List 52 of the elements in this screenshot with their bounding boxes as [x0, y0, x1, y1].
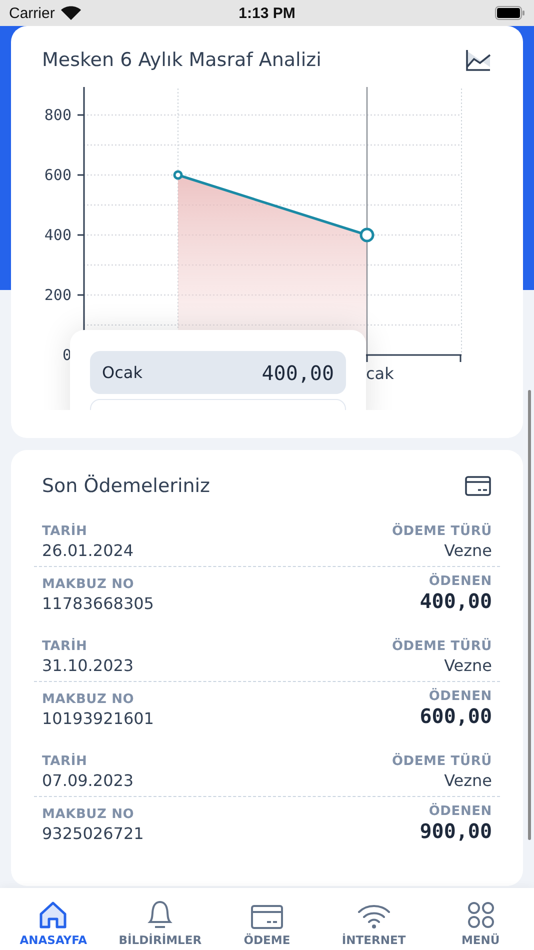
tab-item[interactable]: İNTERNET: [324, 888, 424, 950]
data-point: [173, 170, 183, 180]
card-icon[interactable]: [465, 476, 491, 496]
payment-amount: 400,00: [420, 589, 492, 613]
card-title: Son Ödemeleriniz: [42, 475, 210, 497]
tab-item[interactable]: ÖDEME: [216, 888, 317, 950]
apps-icon: [466, 901, 495, 929]
y-tick-label: 600: [44, 166, 72, 184]
card-title: Mesken 6 Aylık Masraf Analizi: [42, 49, 322, 71]
tooltip-label: Ocak: [102, 363, 142, 382]
field-label: MAKBUZ NO: [42, 807, 136, 822]
payment-amount: 600,00: [420, 704, 492, 728]
y-tick-label: 400: [44, 226, 72, 244]
clock: 1:13 PM: [238, 4, 296, 22]
tooltip-value: 400,00: [262, 360, 334, 384]
payment-date: 31.10.2023: [42, 656, 134, 675]
data-point: [360, 228, 374, 242]
tab-item[interactable]: ANASAYFA: [3, 888, 104, 950]
field-label: MAKBUZ NO: [42, 577, 136, 592]
scroll-bar[interactable]: [528, 390, 531, 840]
wifi-icon: [356, 903, 391, 929]
field-label: MAKBUZ NO: [42, 692, 136, 707]
bell-icon: [146, 899, 174, 929]
payment-type: Vezne: [444, 771, 492, 790]
field-label: TARİH: [42, 524, 88, 539]
field-label: ÖDEME TÜRÜ: [392, 754, 492, 769]
field-label: ÖDEME TÜRÜ: [392, 639, 492, 654]
field-label: ÖDENEN: [428, 804, 492, 819]
field-label: ÖDEME TÜRÜ: [392, 524, 492, 539]
receipt-number: 9325026721: [42, 824, 144, 843]
field-label: ÖDENEN: [428, 574, 492, 589]
home-icon: [38, 901, 68, 929]
payment-date: 26.01.2024: [42, 541, 134, 560]
x-axis-label: cak: [366, 364, 394, 383]
field-label: TARİH: [42, 754, 88, 769]
payment-type: Vezne: [444, 656, 492, 675]
field-label: ÖDENEN: [428, 689, 492, 704]
payment-amount: 900,00: [420, 819, 492, 843]
card-icon: [250, 905, 283, 929]
field-label: TARİH: [42, 639, 88, 654]
carrier-label: Carrier: [9, 4, 55, 22]
tab-item[interactable]: BİLDİRİMLER: [110, 888, 210, 950]
receipt-number: 11783668305: [42, 594, 154, 613]
wifi-signal-icon: [60, 6, 81, 20]
battery-icon: [495, 6, 525, 20]
y-tick-label: 800: [44, 106, 72, 124]
payment-type: Vezne: [444, 541, 492, 560]
chart-icon[interactable]: [466, 49, 491, 71]
receipt-number: 10193921601: [42, 709, 154, 728]
tab-item[interactable]: MENÜ: [430, 888, 531, 950]
payment-date: 07.09.2023: [42, 771, 134, 790]
y-tick-label: 200: [44, 286, 72, 304]
